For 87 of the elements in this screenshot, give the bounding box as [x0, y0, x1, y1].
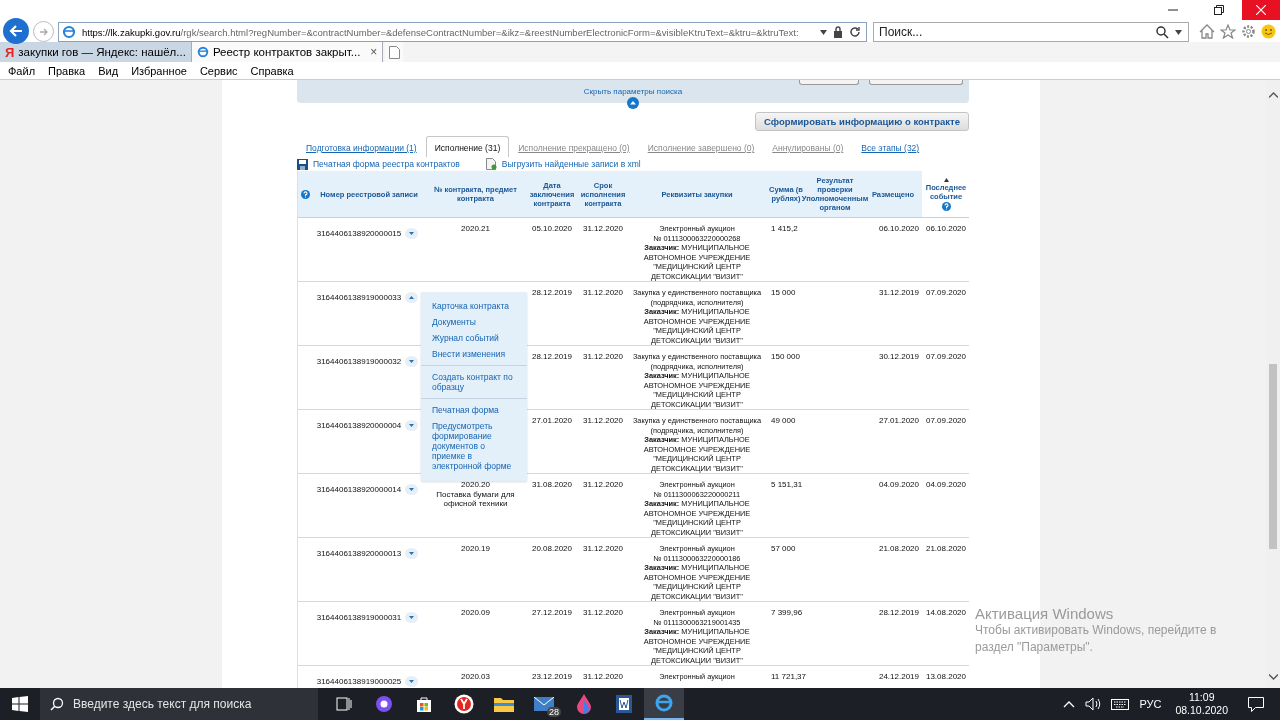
browser-tab[interactable]: Реестр контрактов закрыт... ×: [191, 42, 384, 63]
table-cell: 31.12.2020: [582, 480, 623, 490]
table-cell: 7 399,96: [771, 608, 803, 617]
table-cell: 49 000: [771, 416, 796, 425]
menu-item[interactable]: Сервис: [199, 64, 243, 77]
table-cell: 07.09.2020: [925, 288, 966, 298]
table-cell: 2020.20: [461, 480, 490, 490]
table-cell: 28.12.2019: [878, 608, 919, 617]
table-cell: 06.10.2020: [878, 224, 919, 233]
tab[interactable]: Все этапы (32): [852, 138, 929, 157]
table-cell: 1 415,2: [771, 224, 798, 233]
table-cell: 3164406138920000014: [316, 485, 402, 494]
taskbar-search-field[interactable]: Введите здесь текст для поиска: [40, 688, 318, 720]
action-link[interactable]: Печатная форма реестра контрактов: [313, 159, 460, 169]
table-cell: 28.12.2019: [531, 288, 572, 298]
browser-tab[interactable]: Я закупки гов — Яндекс: нашёл...: [0, 42, 192, 63]
table-cell: 27.12.2019: [531, 608, 572, 618]
table-cell: 04.09.2020: [878, 480, 919, 489]
table-cell: 31.12.2020: [582, 416, 623, 426]
table-cell: 3164406138920000013: [316, 549, 402, 558]
menu-item[interactable]: Правка: [48, 64, 91, 77]
table-cell: 2020.09: [461, 608, 490, 618]
table-cell: 20.08.2020: [531, 544, 572, 554]
table-cell: 3164406138920000015: [316, 229, 402, 238]
mail-count-badge: 28: [547, 707, 561, 717]
table-cell: 3164406138920000004: [316, 421, 402, 430]
table-cell: 05.10.2020: [531, 224, 572, 234]
menu-item[interactable]: Файл: [8, 64, 41, 77]
menu-item[interactable]: Печатная форма: [421, 402, 527, 418]
clock-date[interactable]: 08.10.2020: [1175, 704, 1228, 717]
table-cell: 23.12.2019: [531, 672, 572, 682]
table-cell: 28.12.2019: [531, 352, 572, 362]
table-cell: 2020.21: [461, 224, 490, 234]
table-cell: 150 000: [771, 352, 800, 361]
menu-item[interactable]: Предусмотреть формирование документов о приемке в электронной форме: [421, 418, 527, 474]
table-cell: 31.08.2020: [531, 480, 572, 490]
table-cell: 57 000: [771, 544, 796, 553]
table-cell: 21.08.2020: [925, 544, 966, 554]
address-field[interactable]: https://lk.zakupki.gov.ru/rgk/search.html?regNumber=&contractNumber=&defenseContractNumber=&ikz=&reestNumberElectronicForm=&visibleKtruText=&ktru=&ktruText:: [58, 22, 867, 43]
tab[interactable]: Исполнение (31): [425, 136, 510, 157]
menu-item[interactable]: Справка: [250, 64, 299, 77]
table-cell: 11 721,37: [771, 672, 806, 681]
language-indicator[interactable]: РУС: [1139, 698, 1162, 710]
menu-item[interactable]: Внести изменения: [421, 346, 527, 362]
table-cell: 04.09.2020: [925, 480, 966, 490]
table-cell: 15 000: [771, 288, 796, 297]
table-cell: 30.12.2019: [878, 352, 919, 361]
tab[interactable]: Подготовка информации (1): [297, 138, 426, 157]
table-cell: 3164406138919000032: [316, 357, 402, 366]
table-cell: 31.12.2020: [582, 672, 623, 682]
table-cell: 2020.19: [461, 544, 490, 554]
table-cell: 06.10.2020: [925, 224, 966, 234]
table-cell: 31.12.2020: [582, 608, 623, 618]
table-cell: 24.12.2019: [878, 672, 919, 681]
menu-item[interactable]: Вид: [98, 64, 124, 77]
table-cell: 31.12.2020: [582, 352, 623, 362]
table-cell: 31.12.2019: [878, 288, 919, 297]
table-cell: 3164406138919000025: [316, 677, 402, 686]
table-cell: 27.01.2020: [878, 416, 919, 425]
table-cell: 3164406138919000033: [316, 293, 402, 302]
table-cell: 14.08.2020: [925, 608, 966, 618]
close-tab-button[interactable]: ×: [370, 45, 378, 60]
search-field[interactable]: Поиск...: [873, 22, 1189, 43]
menu-item[interactable]: Создать контракт по образцу: [421, 369, 527, 395]
table-cell: 31.12.2020: [582, 224, 623, 234]
menu-item[interactable]: Журнал событий: [421, 330, 527, 346]
table-cell: 3164406138919000031: [316, 613, 402, 622]
logo-icon: Я: [5, 44, 15, 60]
menu-item[interactable]: Карточка контракта: [421, 298, 527, 314]
table-cell: 27.01.2020: [531, 416, 572, 426]
menu-item[interactable]: Документы: [421, 314, 527, 330]
table-cell: 5 151,31: [771, 480, 803, 489]
table-cell: 2020.03: [461, 672, 490, 682]
hide-search-link[interactable]: Скрыть параметры поиска: [583, 87, 683, 96]
table-cell: 21.08.2020: [878, 544, 919, 553]
activation-text: Чтобы активировать Windows, перейдите в раздел "Параметры".: [975, 622, 1218, 656]
generate-button[interactable]: Сформировать информацию о контракте: [755, 112, 969, 131]
table-cell-text: Поставка бумаги для офисной техники: [435, 489, 516, 509]
action-link[interactable]: Выгрузить найденные записи в xml: [501, 159, 641, 169]
table-cell: 13.08.2020: [925, 672, 966, 682]
table-cell: 31.12.2020: [582, 288, 623, 298]
activation-title: Активация Windows: [975, 605, 1115, 622]
table-cell: 07.09.2020: [925, 352, 966, 362]
clock-time[interactable]: 11:09: [1188, 691, 1215, 704]
table-cell: 31.12.2020: [582, 544, 623, 554]
table-cell: 07.09.2020: [925, 416, 966, 426]
menu-item[interactable]: Избранное: [131, 64, 192, 77]
